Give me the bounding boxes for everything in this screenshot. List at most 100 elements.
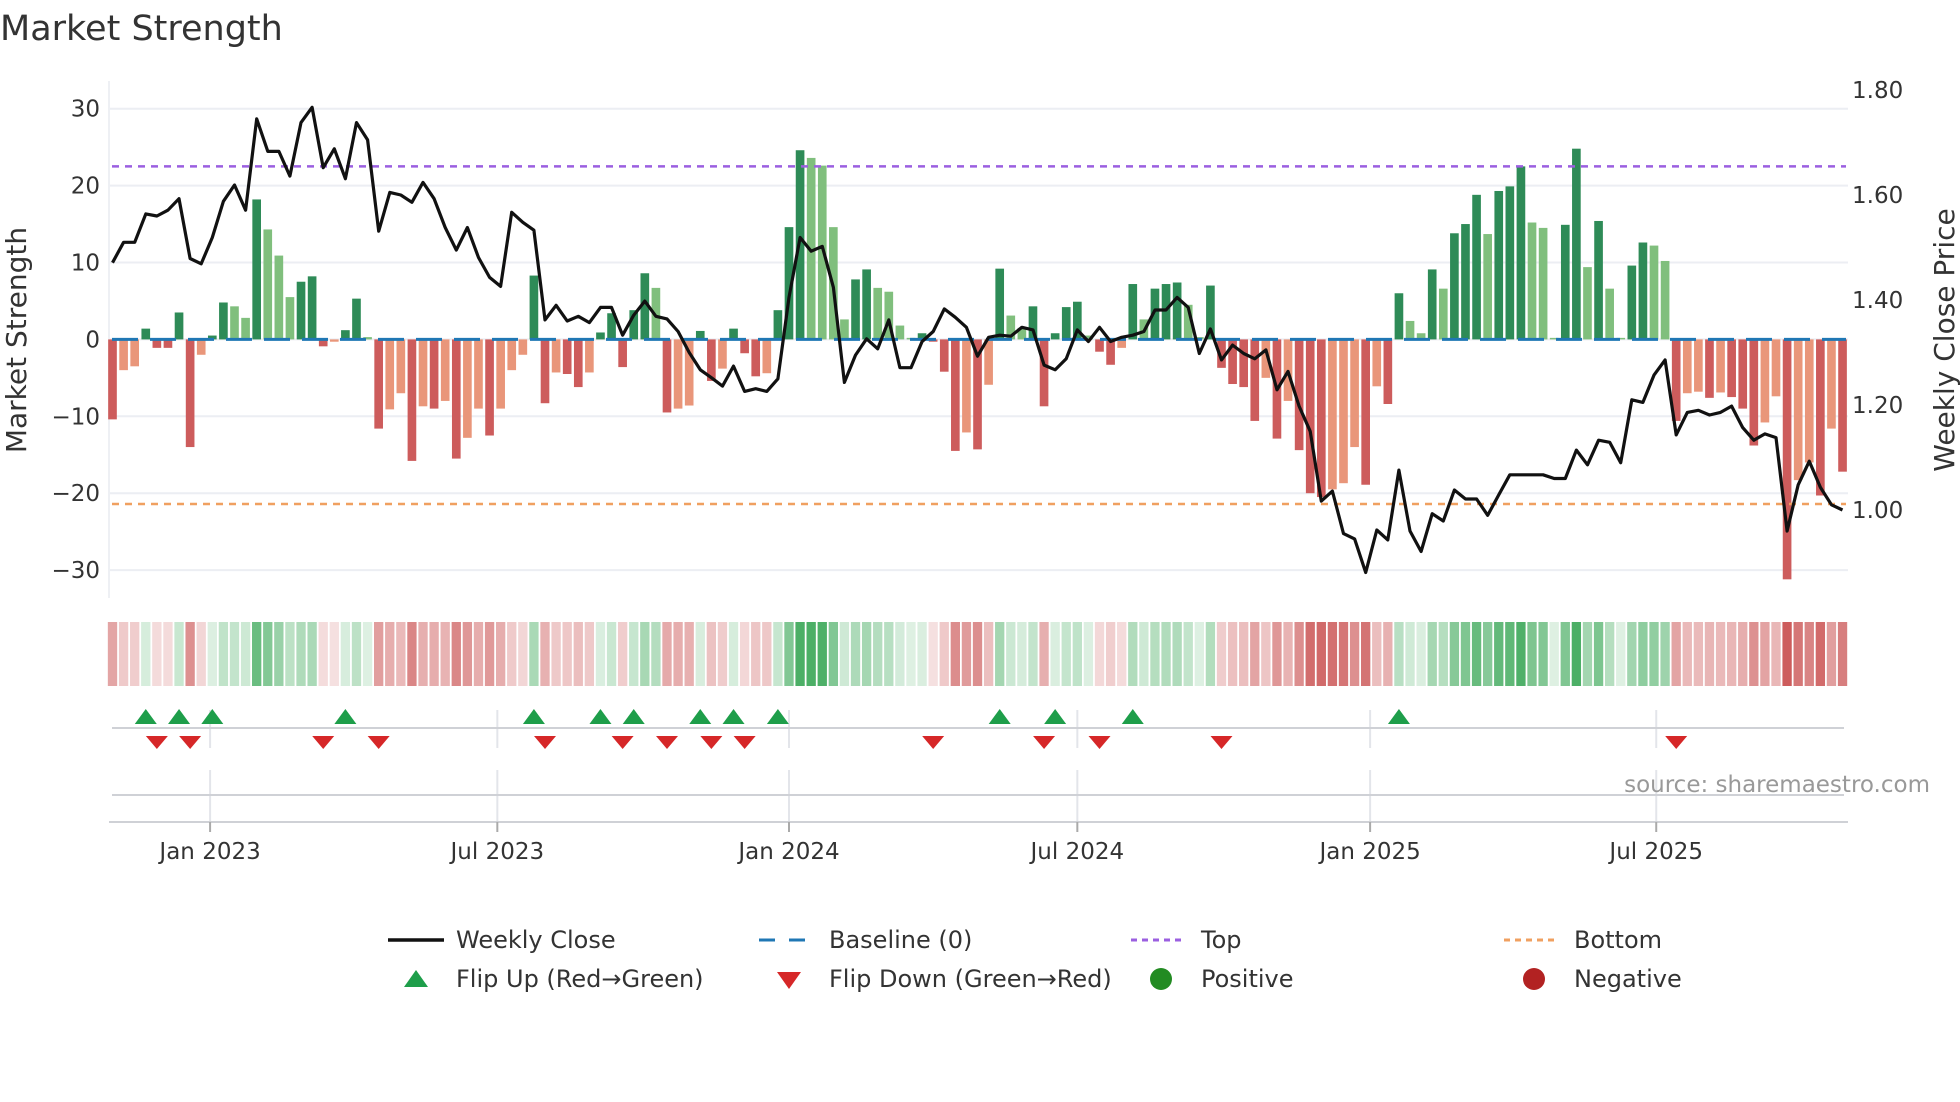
heat-cell [1305,622,1315,686]
heat-cell [1294,622,1304,686]
strength-bar [1328,339,1337,490]
heat-cell [1516,622,1526,686]
heat-cell [152,622,162,686]
heat-cell [207,622,217,686]
legend-negative-icon [1523,968,1545,990]
x-tick-label: Jan 2025 [1317,839,1420,865]
heat-cell [351,622,362,686]
heat-cell [906,622,916,686]
heat-cell [1571,622,1582,686]
heat-cell [418,622,428,686]
flip-up-marker [722,709,745,724]
y2-tick-label: 1.80 [1852,78,1903,104]
heat-cell [1715,622,1726,686]
heat-cell [983,622,994,686]
flip-up-marker [1121,709,1144,724]
heat-cell [1593,622,1604,686]
strength-bar [1239,339,1249,388]
heat-cell [285,622,295,686]
flip-down-marker [1210,736,1233,749]
heat-cell [673,622,683,686]
strength-bar [1660,260,1670,340]
heat-cell [484,622,495,686]
heat-cell [1383,622,1393,686]
strength-bar [1804,339,1814,463]
heat-cell [1327,622,1338,686]
heat-cell [684,622,694,686]
strength-bar [474,339,483,409]
heat-cell [1671,622,1681,686]
heat-cell [828,622,839,686]
heat-cell [728,622,739,686]
legend-top: Top [1200,926,1242,954]
heat-cell [695,622,705,686]
y2-tick-label: 1.20 [1852,393,1903,419]
heat-cell [1394,622,1404,686]
legend-flip-up: Flip Up (Red→Green) [456,965,704,993]
strength-bar [374,339,383,429]
strength-bar [851,279,860,340]
heat-cell [495,622,506,686]
flip-up-marker [1044,709,1067,724]
strength-bar [1594,220,1603,340]
heat-cell [1205,622,1216,686]
legend: Weekly Close Baseline (0) Top Bottom Fli… [388,926,1682,993]
heat-cell [1039,622,1049,686]
heat-cell [1826,622,1837,686]
heat-cell [606,622,617,686]
heat-cell [1105,622,1116,686]
strength-bar [385,339,395,410]
heat-cell [518,622,528,686]
strength-bar [485,339,494,436]
strength-bar [551,339,561,373]
strength-bar [1694,339,1703,392]
heat-cell [995,622,1005,686]
heat-cell [1250,622,1260,686]
y-tick-label: 0 [85,327,100,353]
y2-tick-label: 1.60 [1852,183,1903,209]
strength-bar [951,339,960,451]
heat-cell [961,622,972,686]
heat-cell [1638,622,1648,686]
flip-down-marker [733,736,756,749]
heat-cell [773,622,783,686]
heat-cell [1050,622,1060,686]
strength-bar [585,339,594,373]
strength-bar [895,325,905,340]
heat-cell [163,622,173,686]
heat-cell [1760,622,1770,686]
strength-bar [1649,245,1659,340]
heat-cell [451,622,461,686]
heat-cell [1449,622,1460,686]
y-tick-label: −30 [51,558,100,584]
flip-down-marker [534,736,557,749]
heat-cell [1349,622,1360,686]
y-tick-label: 30 [71,97,100,123]
strength-bar [1727,339,1736,398]
flip-down-marker [611,736,634,749]
x-tick-label: Jul 2024 [1029,839,1125,865]
heat-cell [717,622,728,686]
heat-cell [274,622,284,686]
heat-cell [917,622,927,686]
strength-bar [1572,148,1581,340]
heat-cell [1527,622,1537,686]
heat-cell [573,622,583,686]
strength-bar [1627,265,1637,340]
heat-cell [1771,622,1781,686]
heat-cell [1083,622,1094,686]
strength-bar [496,339,505,409]
strength-bar [418,339,428,407]
flip-down-marker [1665,736,1688,749]
strength-bar [1339,339,1348,484]
heat-cell [1837,622,1848,686]
strength-bar [529,275,539,340]
heat-cell [141,622,151,686]
strength-bar [440,339,450,401]
heat-cell [1660,622,1670,686]
strength-bar [429,339,439,409]
heat-cell [107,622,118,686]
heat-cell [739,622,750,686]
strength-bar [1372,339,1382,387]
heat-cell [1194,622,1204,686]
